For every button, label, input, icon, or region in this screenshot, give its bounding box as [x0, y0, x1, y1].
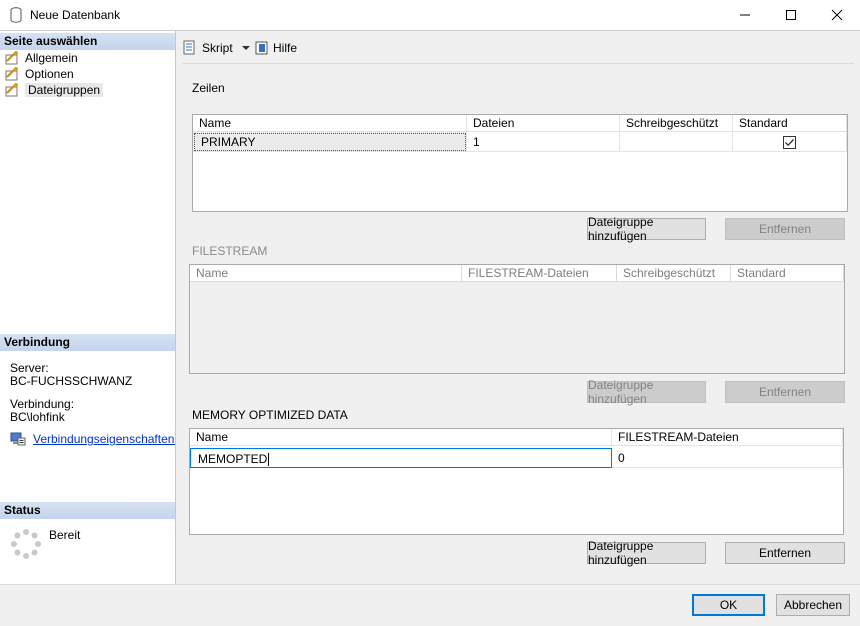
connection-properties-icon — [10, 432, 26, 446]
column-header-files[interactable]: Dateien — [467, 115, 620, 132]
cancel-button[interactable]: Abbrechen — [776, 594, 850, 616]
cell-filestream-files[interactable]: 0 — [612, 448, 843, 468]
memory-name-value: MEMOPTED — [198, 452, 268, 466]
column-header-readonly: Schreibgeschützt — [617, 265, 731, 282]
memory-name-input[interactable]: MEMOPTED — [190, 448, 612, 468]
memory-remove-button[interactable]: Entfernen — [725, 542, 845, 564]
nav-item-label: Optionen — [25, 67, 74, 81]
minimize-icon[interactable] — [722, 0, 768, 30]
dropdown-arrow-icon[interactable] — [241, 44, 251, 52]
filestream-add-filegroup-button[interactable]: Dateigruppe hinzufügen — [587, 378, 706, 406]
memory-grid: Name FILESTREAM-Dateien MEMOPTED 0 — [189, 428, 844, 535]
help-button[interactable]: Hilfe — [254, 40, 297, 56]
nav-item-dateigruppen[interactable]: Dateigruppen — [4, 82, 104, 98]
memory-add-filegroup-button[interactable]: Dateigruppe hinzufügen — [587, 539, 706, 567]
script-label: Skript — [202, 41, 233, 55]
connection-header: Verbindung — [0, 334, 175, 351]
nav-item-label: Dateigruppen — [25, 83, 104, 97]
rows-add-filegroup-button[interactable]: Dateigruppe hinzufügen — [587, 215, 706, 243]
status-header: Status — [0, 502, 175, 519]
column-header-default[interactable]: Standard — [733, 115, 847, 132]
window-title: Neue Datenbank — [30, 8, 121, 22]
text-caret — [268, 453, 270, 467]
filestream-grid: Name FILESTREAM-Dateien Schreibgeschützt… — [189, 264, 845, 374]
column-header-filestream-files: FILESTREAM-Dateien — [462, 265, 617, 282]
left-panel: Seite auswählen Allgemein Optionen Datei… — [0, 31, 176, 584]
script-button[interactable]: Skript — [182, 40, 251, 56]
connection-label: Verbindung: — [10, 397, 75, 411]
nav-item-label: Allgemein — [25, 51, 78, 65]
cell-readonly[interactable] — [620, 132, 733, 152]
progress-spinner-icon — [11, 529, 41, 559]
title-bar: Neue Datenbank — [0, 0, 860, 30]
help-icon — [255, 41, 268, 55]
close-icon[interactable] — [814, 0, 860, 30]
toolbar-separator — [182, 63, 854, 64]
maximize-icon[interactable] — [768, 0, 814, 30]
nav-item-allgemein[interactable]: Allgemein — [4, 50, 78, 66]
help-label: Hilfe — [273, 41, 298, 55]
checkbox-checked-icon[interactable] — [783, 136, 796, 149]
filestream-remove-button[interactable]: Entfernen — [725, 381, 845, 403]
memory-section-title: MEMORY OPTIMIZED DATA — [192, 408, 348, 422]
column-header-filestream-files[interactable]: FILESTREAM-Dateien — [612, 429, 843, 446]
toolbar: Skript Hilfe — [176, 31, 860, 63]
rows-section-title: Zeilen — [192, 81, 225, 95]
cell-default[interactable] — [733, 132, 847, 152]
server-value: BC-FUCHSSCHWANZ — [10, 374, 133, 388]
connection-properties-link-text[interactable]: Verbindungseigenschaften anzeigen — [33, 432, 175, 446]
column-header-name[interactable]: Name — [190, 429, 612, 446]
column-header-readonly[interactable]: Schreibgeschützt — [620, 115, 733, 132]
rows-grid: Name Dateien Schreibgeschützt Standard P… — [192, 114, 848, 212]
column-header-default: Standard — [731, 265, 844, 282]
cell-name[interactable]: PRIMARY — [193, 132, 467, 152]
status-value: Bereit — [49, 528, 81, 542]
ok-button[interactable]: OK — [692, 594, 765, 616]
rows-remove-button[interactable]: Entfernen — [725, 218, 845, 240]
select-page-header: Seite auswählen — [0, 33, 175, 50]
wrench-page-icon — [5, 67, 18, 81]
wrench-page-icon — [5, 83, 18, 97]
server-label: Server: — [10, 361, 49, 375]
cell-files[interactable]: 1 — [467, 132, 620, 152]
database-icon — [10, 7, 22, 23]
column-header-name[interactable]: Name — [193, 115, 467, 132]
script-icon — [183, 40, 195, 55]
connection-properties-link[interactable]: Verbindungseigenschaften anzeigen — [10, 431, 175, 447]
nav-item-optionen[interactable]: Optionen — [4, 66, 74, 82]
connection-value: BC\lohfink — [10, 410, 65, 424]
wrench-page-icon — [5, 51, 18, 65]
column-header-name: Name — [190, 265, 462, 282]
filestream-section-title: FILESTREAM — [192, 244, 268, 258]
